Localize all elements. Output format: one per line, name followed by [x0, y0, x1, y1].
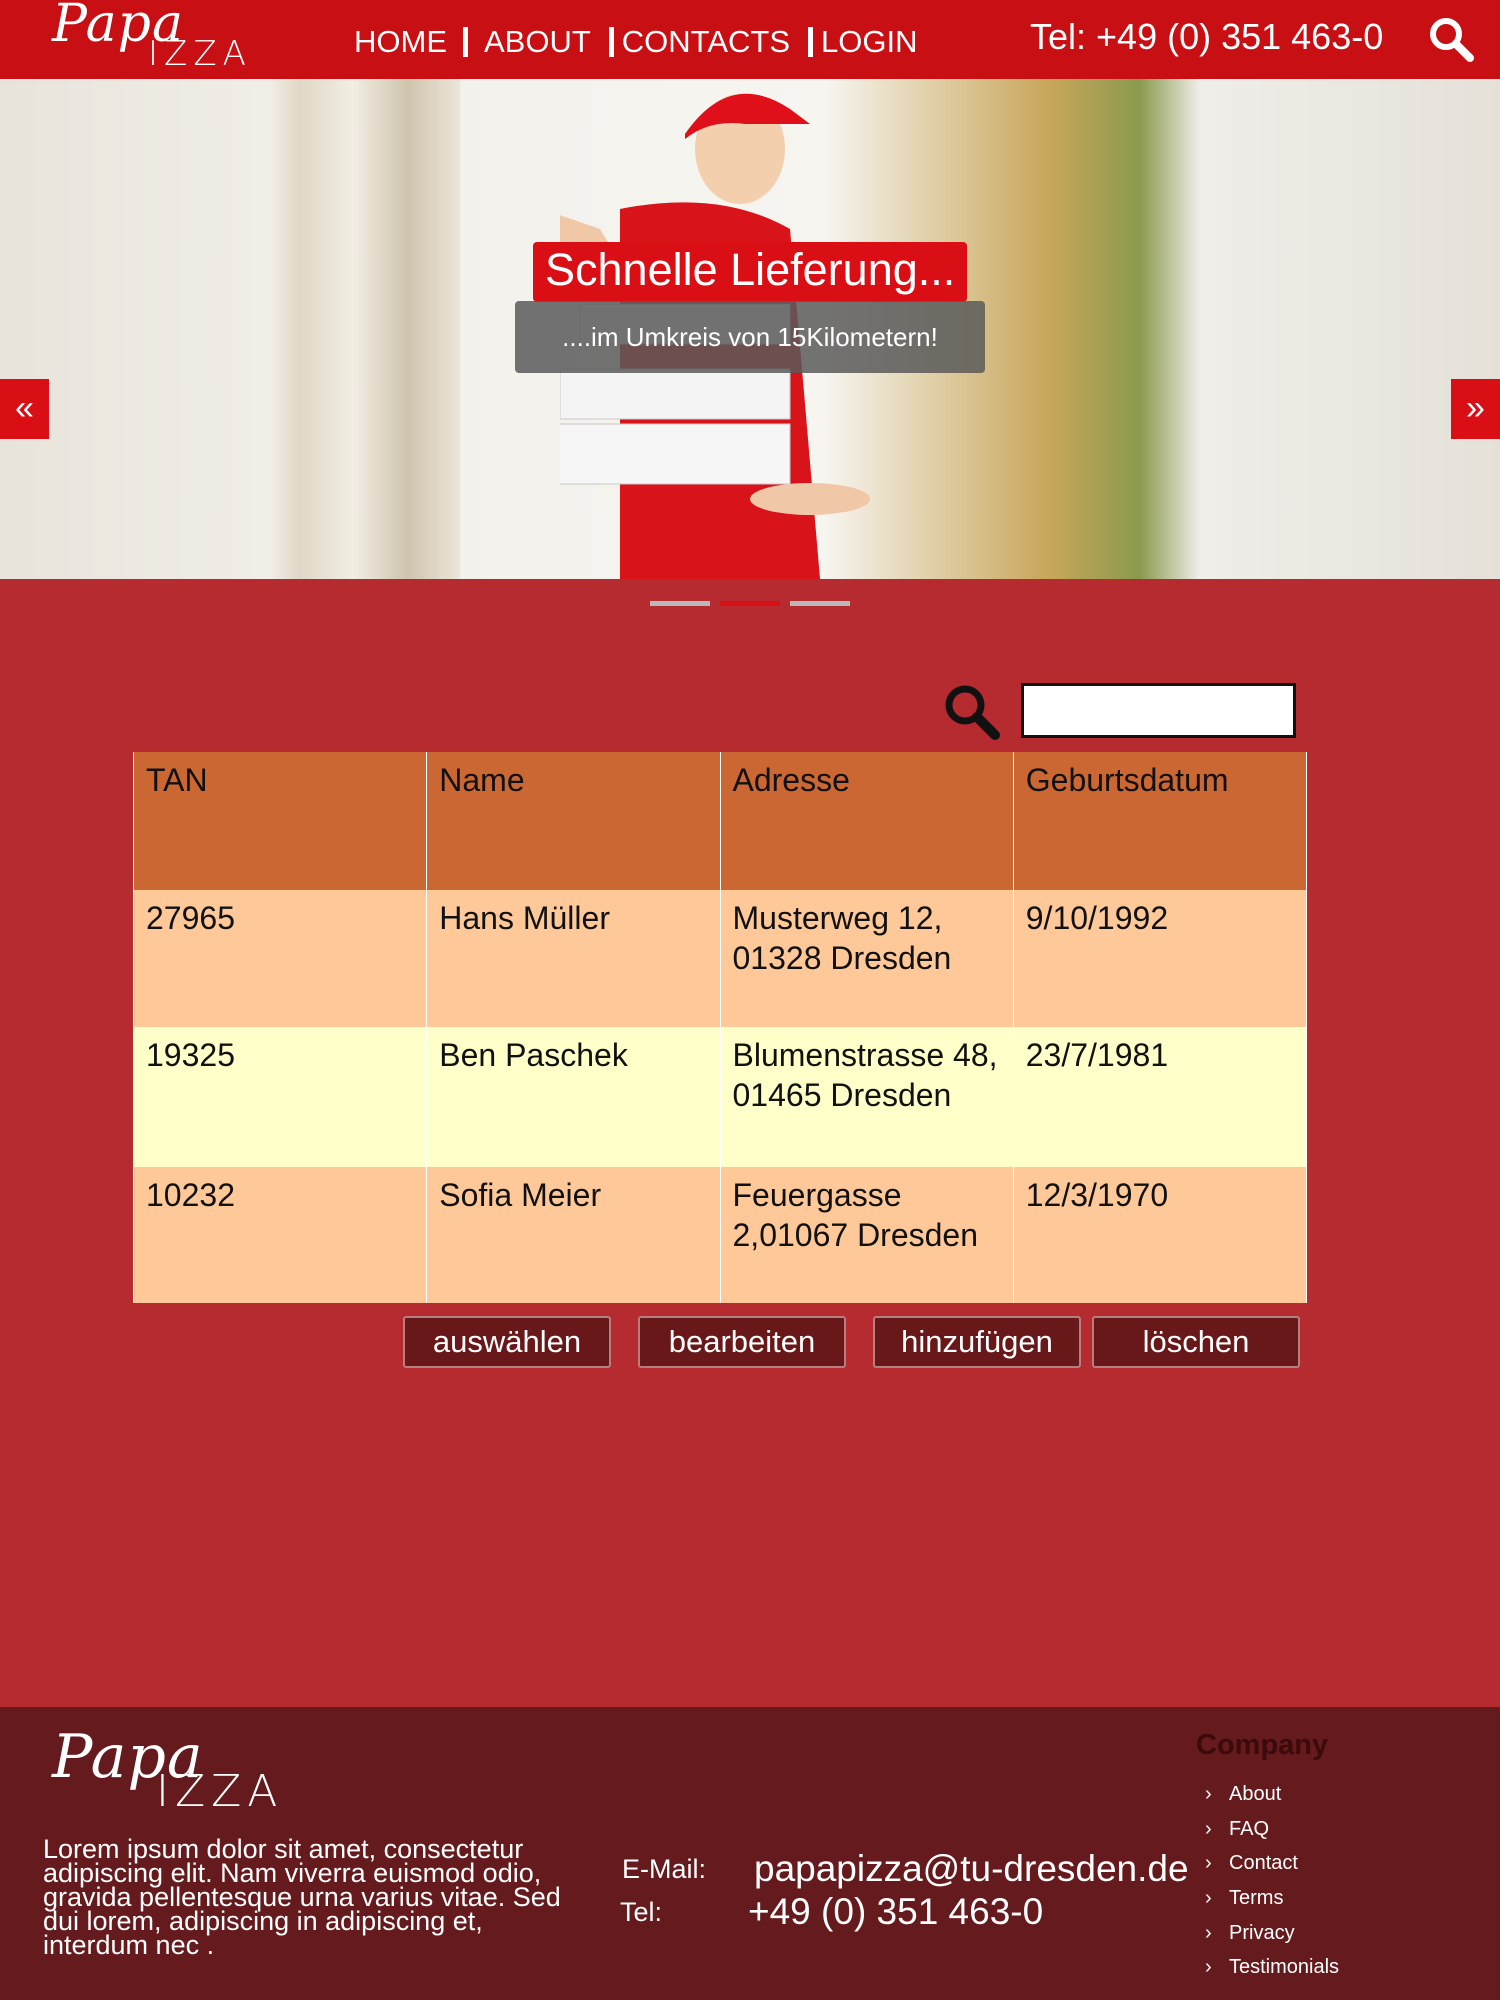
hero-slider: Schnelle Lieferung... ....im Umkreis von… [0, 79, 1500, 579]
cell-tan: 19325 [132, 1027, 428, 1167]
cell-name: Hans Müller [426, 890, 721, 1027]
company-links: › About › FAQ › Contact › Terms › Privacy › Te… [1205, 1777, 1339, 1985]
slider-next-button[interactable]: » [1451, 379, 1500, 439]
nav-divider [808, 27, 813, 57]
chevron-right-icon: › [1205, 1782, 1212, 1805]
column-header-birthdate[interactable]: Geburtsdatum [1012, 752, 1308, 890]
hero-subtitle: ....im Umkreis von 15Kilometern! [515, 301, 985, 373]
chevron-right-icon: › [1205, 1817, 1212, 1840]
logo-text-izza: IZZA [156, 1766, 284, 1817]
column-header-name[interactable]: Name [426, 752, 721, 890]
search-input[interactable] [1021, 683, 1296, 738]
double-chevron-left-icon: « [15, 389, 34, 427]
footer-link-label: Contact [1229, 1852, 1298, 1875]
footer-link-label: Testimonials [1229, 1956, 1340, 1979]
chevron-right-icon: › [1205, 1852, 1212, 1875]
table-row[interactable]: 19325 Ben Paschek Blumenstrasse 48, 0146… [132, 1027, 1308, 1167]
email-label: E-Mail: [622, 1854, 707, 1884]
nav-login[interactable]: LOGIN [815, 24, 923, 60]
site-footer: Papa IZZA Lorem ipsum dolor sit amet, co… [0, 1707, 1500, 2000]
cell-birthdate: 23/7/1981 [1012, 1027, 1308, 1167]
cell-birthdate: 9/10/1992 [1012, 890, 1308, 1027]
slider-indicators [650, 601, 850, 606]
logo-text-izza: IZZA [148, 34, 252, 74]
slider-dot-3[interactable] [790, 601, 850, 606]
email-link[interactable]: papapizza@tu-dresden.de [754, 1848, 1189, 1890]
slider-dot-2[interactable] [720, 601, 780, 606]
nav-divider [608, 27, 614, 57]
cell-name: Sofia Meier [426, 1167, 721, 1303]
chevron-right-icon: › [1205, 1956, 1212, 1979]
hero-image-door [300, 79, 460, 579]
footer-logo[interactable]: Papa IZZA [52, 1722, 332, 1822]
add-button[interactable]: hinzufügen [873, 1316, 1081, 1368]
double-chevron-right-icon: » [1466, 389, 1485, 427]
cell-address: Blumenstrasse 48, 01465 Dresden [719, 1027, 1014, 1167]
footer-link-label: FAQ [1229, 1817, 1270, 1840]
search-icon[interactable] [940, 680, 1002, 742]
footer-link-label: About [1229, 1782, 1282, 1805]
nav-divider [463, 27, 468, 57]
customer-table: TAN Name Adresse Geburtsdatum 27965 Hans… [132, 752, 1308, 1303]
cell-tan: 10232 [132, 1167, 428, 1303]
header-phone: Tel: +49 (0) 351 463-0 [1030, 16, 1384, 57]
search-icon[interactable] [1428, 16, 1474, 62]
footer-link-label: Privacy [1229, 1921, 1295, 1944]
footer-link-terms[interactable]: › Terms [1205, 1881, 1339, 1916]
column-header-address[interactable]: Adresse [719, 752, 1014, 890]
footer-description: Lorem ipsum dolor sit amet, consectetur … [43, 1834, 561, 1960]
nav-about[interactable]: ABOUT [478, 24, 597, 60]
footer-link-contact[interactable]: › Contact [1205, 1846, 1339, 1881]
footer-link-faq[interactable]: › FAQ [1205, 1812, 1339, 1847]
table-row[interactable]: 10232 Sofia Meier Feuergasse 2,01067 Dre… [132, 1167, 1308, 1303]
cell-birthdate: 12/3/1970 [1012, 1167, 1308, 1303]
edit-button[interactable]: bearbeiten [638, 1316, 846, 1368]
company-heading: Company [1196, 1729, 1329, 1761]
site-header: Papa IZZA HOME ABOUT CONTACTS LOGIN Tel:… [0, 0, 1500, 79]
table-header-row: TAN Name Adresse Geburtsdatum [132, 752, 1308, 890]
main-nav: HOME ABOUT CONTACTS LOGIN [348, 20, 923, 64]
slider-dot-1[interactable] [650, 601, 710, 606]
table-row[interactable]: 27965 Hans Müller Musterweg 12, 01328 Dr… [132, 890, 1308, 1027]
hero-title: Schnelle Lieferung... [533, 242, 968, 302]
chevron-right-icon: › [1205, 1886, 1212, 1909]
cell-address: Musterweg 12, 01328 Dresden [719, 890, 1014, 1027]
cell-address: Feuergasse 2,01067 Dresden [719, 1167, 1014, 1303]
column-header-tan[interactable]: TAN [132, 752, 428, 890]
footer-link-label: Terms [1229, 1886, 1284, 1909]
cell-tan: 27965 [132, 890, 428, 1027]
nav-contacts[interactable]: CONTACTS [616, 24, 796, 60]
chevron-right-icon: › [1205, 1921, 1212, 1944]
tel-value: +49 (0) 351 463-0 [748, 1891, 1044, 1932]
tel-label: Tel: [620, 1897, 663, 1927]
logo[interactable]: Papa IZZA [52, 0, 282, 79]
footer-link-privacy[interactable]: › Privacy [1205, 1916, 1339, 1951]
footer-link-about[interactable]: › About [1205, 1777, 1339, 1812]
cell-name: Ben Paschek [426, 1027, 721, 1167]
footer-link-testimonials[interactable]: › Testimonials [1205, 1950, 1339, 1985]
slider-prev-button[interactable]: « [0, 379, 49, 439]
delete-button[interactable]: löschen [1092, 1316, 1300, 1368]
nav-home[interactable]: HOME [348, 24, 453, 60]
select-button[interactable]: auswählen [403, 1316, 611, 1368]
